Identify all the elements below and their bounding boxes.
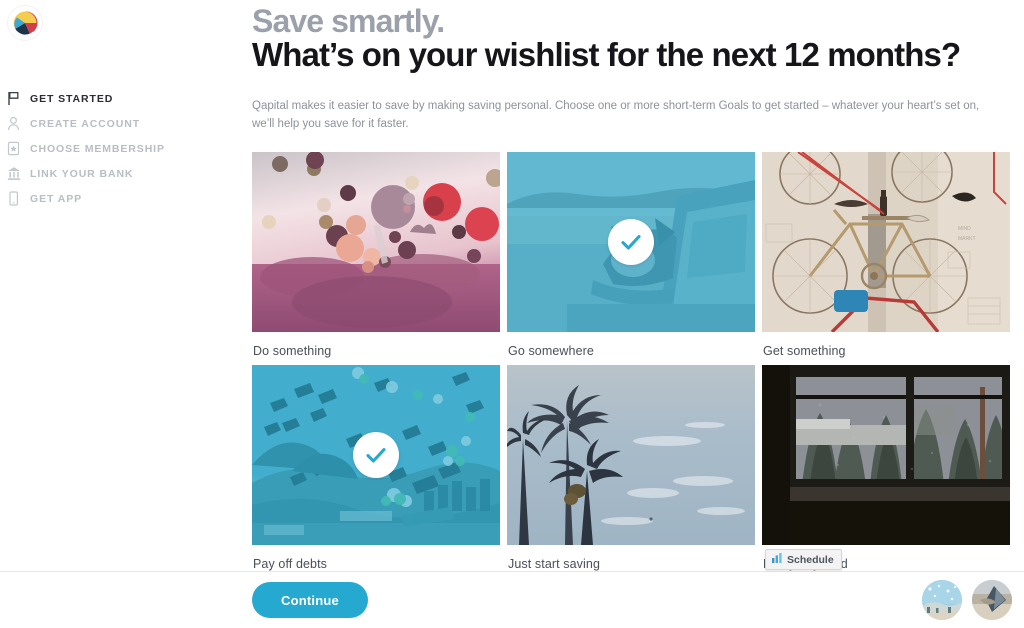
onboarding-page: GET STARTED CREATE ACCOUNT CHOOSE MEMBER… bbox=[0, 0, 1024, 628]
goal-card-label: Get something bbox=[763, 344, 846, 358]
rainy-window-photo bbox=[762, 365, 1010, 545]
goal-thumbnail bbox=[507, 152, 755, 332]
bicycles-on-wall-photo: MIND MARKT bbox=[762, 152, 1010, 332]
sidebar-item-label: CHOOSE MEMBERSHIP bbox=[30, 142, 165, 155]
goal-card-just-start-saving[interactable]: Just start saving bbox=[507, 365, 755, 571]
qapital-logo[interactable] bbox=[8, 6, 42, 40]
goal-thumbnail bbox=[762, 365, 1010, 545]
goal-thumbnail bbox=[507, 365, 755, 545]
sidebar-item-label: GET APP bbox=[30, 192, 83, 205]
goal-card-pay-off-debts[interactable]: Pay off debts bbox=[252, 365, 500, 571]
phone-icon bbox=[6, 190, 21, 207]
flag-icon bbox=[6, 90, 21, 107]
sidebar-item-choose-membership[interactable]: CHOOSE MEMBERSHIP bbox=[0, 136, 245, 161]
checkmark-icon bbox=[608, 219, 654, 265]
goal-card-go-somewhere[interactable]: Go somewhere bbox=[507, 152, 755, 358]
sidebar-item-label: GET STARTED bbox=[30, 92, 114, 105]
avatar-goal-2[interactable] bbox=[972, 580, 1012, 620]
footer-bar: Continue bbox=[0, 572, 1024, 628]
person-icon bbox=[6, 115, 21, 132]
sidebar-item-label: CREATE ACCOUNT bbox=[30, 117, 141, 130]
goals-row: Do something Go somewhere MIND MARKT Get… bbox=[245, 152, 1024, 365]
continue-button[interactable]: Continue bbox=[252, 582, 368, 618]
goal-thumbnail bbox=[252, 365, 500, 545]
selected-goal-avatars bbox=[922, 580, 1012, 620]
page-description: Qapital makes it easier to save by makin… bbox=[252, 100, 980, 130]
goal-card-rainy-day-fund[interactable]: Rainy day fund bbox=[762, 365, 1010, 571]
schedule-tooltip[interactable]: Schedule bbox=[765, 549, 842, 570]
sidebar-item-get-app[interactable]: GET APP bbox=[0, 186, 245, 211]
sidebar-item-link-your-bank[interactable]: LINK YOUR BANK bbox=[0, 161, 245, 186]
svg-text:MIND: MIND bbox=[958, 226, 971, 232]
onboarding-steps-nav: GET STARTED CREATE ACCOUNT CHOOSE MEMBER… bbox=[0, 86, 245, 211]
bar-chart-icon bbox=[771, 551, 783, 569]
goals-grid: Do something Go somewhere MIND MARKT Get… bbox=[245, 152, 1024, 578]
goal-card-label: Go somewhere bbox=[508, 344, 594, 358]
goal-thumbnail bbox=[252, 152, 500, 332]
goal-thumbnail: MIND MARKT bbox=[762, 152, 1010, 332]
avatar-goal-1[interactable] bbox=[922, 580, 962, 620]
page-title: What’s on your wishlist for the next 12 … bbox=[252, 36, 961, 73]
sidebar-item-label: LINK YOUR BANK bbox=[30, 167, 134, 180]
sidebar-item-create-account[interactable]: CREATE ACCOUNT bbox=[0, 111, 245, 136]
boat-sand-thumbnail bbox=[972, 580, 1012, 620]
palm-trees-photo bbox=[507, 365, 755, 545]
goal-card-get-something[interactable]: MIND MARKT Get something bbox=[762, 152, 1010, 358]
qapital-logo-icon bbox=[13, 11, 38, 35]
svg-text:MARKT: MARKT bbox=[958, 236, 976, 242]
sidebar-item-get-started[interactable]: GET STARTED bbox=[0, 86, 245, 111]
schedule-label: Schedule bbox=[787, 553, 834, 566]
goal-card-label: Pay off debts bbox=[253, 557, 328, 571]
bank-icon bbox=[6, 165, 21, 182]
card-star-icon bbox=[6, 140, 21, 157]
hot-air-balloons-photo bbox=[252, 152, 500, 332]
goal-card-label: Just start saving bbox=[508, 557, 601, 571]
goals-row: Pay off debts Just start saving bbox=[245, 365, 1024, 578]
sidebar: GET STARTED CREATE ACCOUNT CHOOSE MEMBER… bbox=[0, 0, 245, 628]
main-content: Save smartly. What’s on your wishlist fo… bbox=[245, 0, 1024, 628]
goal-card-label: Do something bbox=[253, 344, 332, 358]
beach-blue-thumbnail bbox=[922, 580, 962, 620]
checkmark-icon bbox=[353, 432, 399, 478]
goal-card-do-something[interactable]: Do something bbox=[252, 152, 500, 358]
